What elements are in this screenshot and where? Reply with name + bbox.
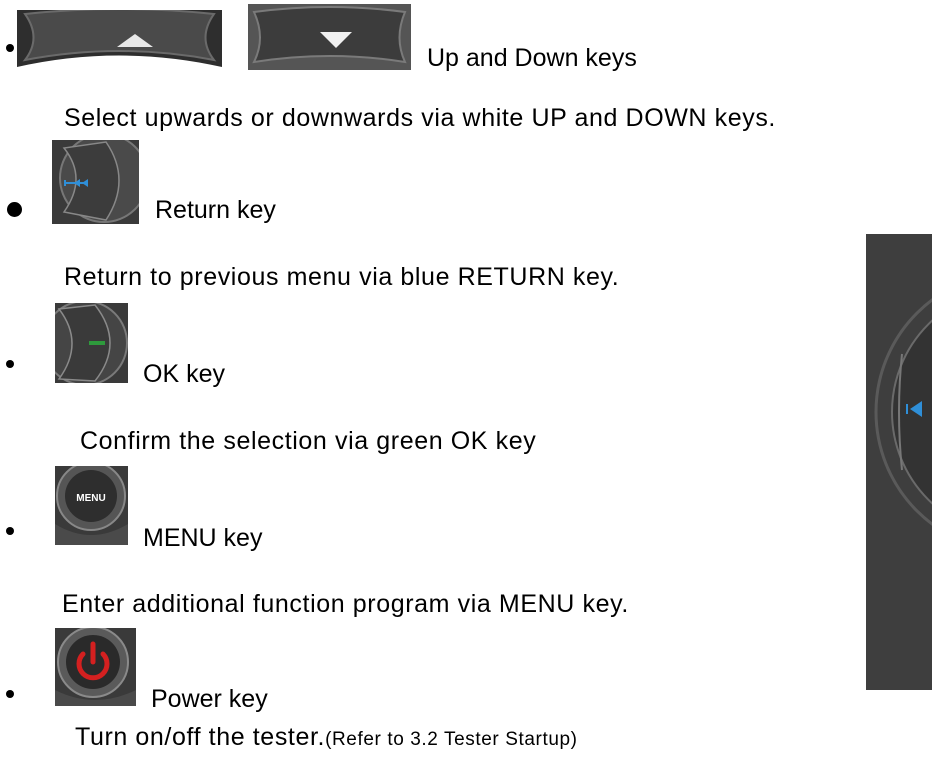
bullet (6, 690, 14, 698)
up-down-keys-description: Select upwards or downwards via white UP… (64, 104, 776, 132)
bullet (6, 44, 14, 52)
bullet (6, 360, 14, 368)
menu-key-description: Enter additional function program via ME… (62, 590, 629, 618)
return-key-icon (52, 140, 139, 224)
up-key-icon (17, 10, 222, 67)
ok-key-icon (55, 303, 128, 383)
tester-startup-reference: (Refer to 3.2 Tester Startup) (325, 729, 578, 750)
down-key-icon (248, 4, 411, 70)
menu-key-icon: MENU (55, 466, 128, 545)
return-key-label: Return key (155, 196, 276, 224)
power-key-description: Turn on/off the tester.(Refer to 3.2 Tes… (75, 723, 578, 752)
power-key-description-text: Turn on/off the tester. (75, 723, 326, 751)
return-key-description: Return to previous menu via blue RETURN … (64, 263, 620, 291)
menu-key-label: MENU key (143, 524, 263, 552)
bullet (7, 202, 22, 217)
power-key-icon (55, 628, 136, 706)
ok-key-label: OK key (143, 360, 225, 388)
device-panel-image (866, 234, 932, 690)
bullet (6, 527, 14, 535)
power-key-label: Power key (151, 685, 268, 713)
up-down-keys-label: Up and Down keys (427, 44, 637, 72)
ok-key-description: Confirm the selection via green OK key (80, 427, 537, 455)
menu-key-text: MENU (76, 493, 105, 504)
